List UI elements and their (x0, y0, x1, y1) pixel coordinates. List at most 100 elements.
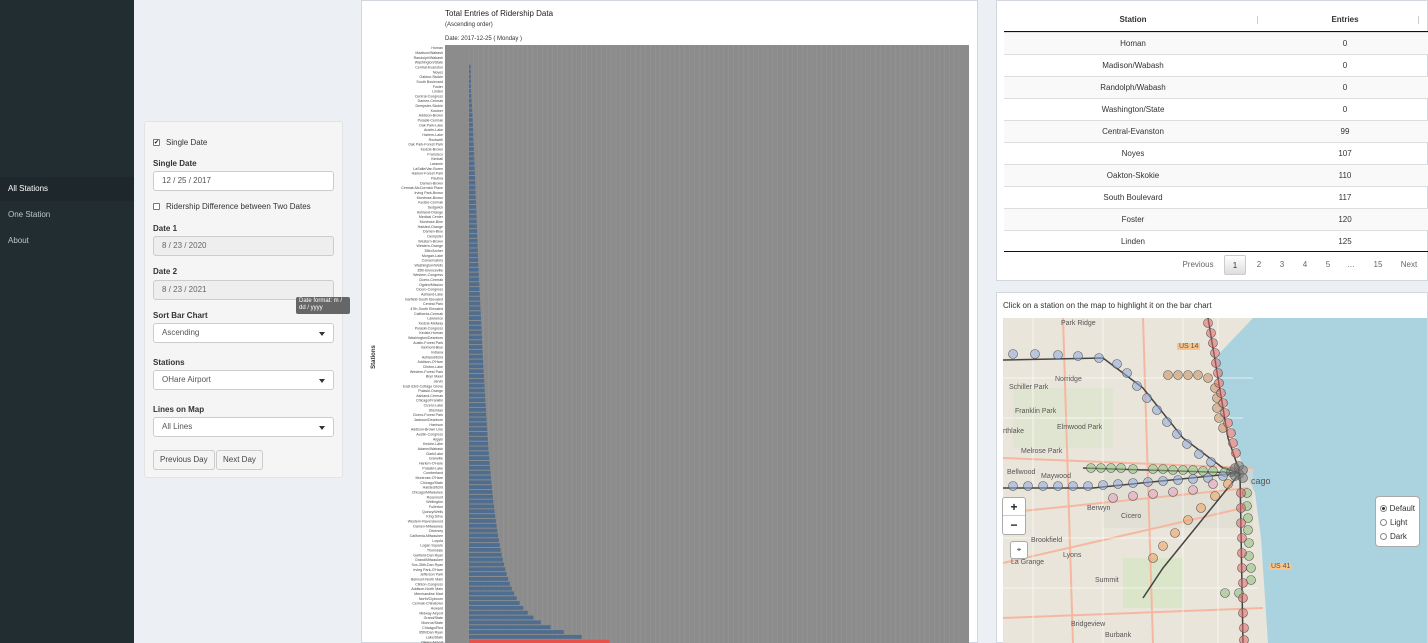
station-marker[interactable] (1030, 349, 1040, 359)
station-marker[interactable] (1214, 378, 1224, 388)
bar-damen-blue[interactable] (469, 229, 478, 234)
radio-icon[interactable] (1380, 518, 1387, 526)
stations-select[interactable]: OHare Airport (153, 370, 334, 390)
station-marker[interactable] (1239, 623, 1249, 633)
station-marker[interactable] (1112, 359, 1122, 369)
sidebar-item-about[interactable]: About (0, 229, 134, 253)
bar-damen-brown[interactable] (469, 180, 476, 185)
bar-montrose-blue[interactable] (469, 219, 477, 224)
station-marker[interactable] (1128, 478, 1138, 488)
bar-king-drive[interactable] (469, 514, 496, 519)
bar-jackson-dearborn[interactable] (469, 417, 487, 422)
bar-garfield-south-elevated[interactable] (469, 296, 480, 301)
bar-halsted-orange[interactable] (469, 224, 477, 229)
bar-paulina[interactable] (469, 176, 476, 180)
station-marker[interactable] (1132, 381, 1142, 391)
bar-ashland-lake[interactable] (469, 291, 480, 296)
station-marker[interactable] (1068, 481, 1078, 491)
bar-lasalle-van-buren[interactable] (469, 166, 475, 171)
difference-checkbox-row[interactable]: Ridership Difference between Two Dates (153, 202, 311, 211)
bar-western-ravenswood[interactable] (469, 518, 496, 523)
bar-laramie[interactable] (469, 161, 475, 166)
bar-western-orange[interactable] (469, 243, 478, 248)
bar-rockwell[interactable] (469, 137, 474, 142)
bar-quincy-wells[interactable] (469, 509, 495, 514)
station-marker[interactable] (1148, 489, 1158, 499)
layer-light-option[interactable]: Light (1380, 515, 1415, 529)
station-marker[interactable] (1188, 474, 1198, 484)
station-marker[interactable] (1193, 370, 1203, 380)
station-marker[interactable] (1158, 476, 1168, 486)
bar-pulaski-orange[interactable] (469, 388, 485, 393)
sort-select[interactable]: Ascending (153, 323, 334, 343)
station-marker[interactable] (1226, 467, 1236, 477)
bar-belmont-blue[interactable] (469, 345, 483, 349)
bar-california-cermak[interactable] (469, 311, 481, 316)
bar-damen-cermak[interactable] (469, 98, 472, 103)
table-row[interactable]: Madison/Wabash 0 (1004, 54, 1428, 76)
bar-thorndale[interactable] (469, 547, 501, 552)
station-marker[interactable] (1237, 548, 1247, 558)
pagination-page-15[interactable]: 15 (1367, 255, 1389, 275)
bar-jarvis[interactable] (469, 378, 485, 383)
station-marker[interactable] (1148, 464, 1158, 474)
station-marker[interactable] (1228, 438, 1238, 448)
bar-grand-milwaukee[interactable] (469, 557, 503, 562)
station-marker[interactable] (1218, 398, 1228, 408)
bar-clinton-lake[interactable] (469, 364, 484, 369)
bar-central-congress[interactable] (469, 93, 472, 98)
station-marker[interactable] (1220, 588, 1230, 598)
bar-kedzie-homan[interactable] (469, 330, 482, 335)
station-marker[interactable] (1194, 449, 1204, 459)
station-marker[interactable] (1183, 515, 1193, 525)
station-marker[interactable] (1086, 463, 1096, 473)
bar-central-park[interactable] (469, 301, 481, 306)
station-marker[interactable] (1220, 408, 1230, 418)
bar-35th-archer[interactable] (469, 248, 478, 253)
bar-indiana[interactable] (469, 349, 483, 354)
station-marker[interactable] (1152, 405, 1162, 415)
station-marker[interactable] (1246, 563, 1256, 573)
bar-austin-lake[interactable] (469, 127, 474, 132)
station-marker[interactable] (1231, 448, 1241, 458)
bar-cermak-chinatown[interactable] (469, 601, 520, 605)
bar-pulaski-congress[interactable] (469, 325, 482, 330)
bar-foster[interactable] (469, 84, 471, 89)
bar-belmont-north-main[interactable] (469, 576, 509, 581)
bar-garfield-dan-ryan[interactable] (469, 552, 502, 557)
bar-grand-state[interactable] (469, 615, 534, 620)
station-marker[interactable] (1238, 608, 1248, 618)
table-row[interactable]: Randolph/Wabash 0 (1004, 76, 1428, 98)
station-marker[interactable] (1208, 338, 1218, 348)
bar-monroe-state[interactable] (469, 620, 541, 625)
bar-kedzie-lake[interactable] (469, 441, 489, 446)
station-marker[interactable] (1162, 417, 1172, 427)
bar-kedzie-cermak[interactable] (469, 200, 476, 205)
bar-pulaski-cermak[interactable] (469, 118, 473, 122)
station-marker[interactable] (1226, 428, 1236, 438)
sidebar-item-one-station[interactable]: One Station (0, 203, 134, 227)
station-marker[interactable] (1208, 479, 1218, 489)
bar-california-milwaukee[interactable] (469, 533, 499, 538)
bar-addison-brown-line[interactable] (469, 427, 488, 432)
pagination-page-3[interactable]: 3 (1272, 255, 1292, 275)
single-date-input[interactable]: 12 / 25 / 2017 (153, 171, 334, 191)
map-canvas[interactable] (1003, 318, 1427, 643)
station-marker[interactable] (1038, 481, 1048, 491)
bar-harlem-o-hare[interactable] (469, 461, 490, 465)
reset-view-button[interactable]: ⌖ (1010, 541, 1028, 559)
station-marker[interactable] (1073, 351, 1083, 361)
bar-oak-park-lake[interactable] (469, 122, 473, 127)
bar-montrose-brown[interactable] (469, 195, 476, 200)
station-marker[interactable] (1142, 393, 1152, 403)
bar-sox-35th-dan-ryan[interactable] (469, 562, 504, 567)
station-marker[interactable] (1223, 479, 1233, 489)
station-marker[interactable] (1237, 533, 1247, 543)
station-marker[interactable] (1158, 464, 1168, 474)
bar-argyle[interactable] (469, 436, 488, 441)
pagination-page-5[interactable]: 5 (1318, 255, 1338, 275)
table-row[interactable]: Homan 0 (1004, 32, 1428, 54)
station-marker[interactable] (1106, 463, 1116, 473)
bar-rosemont[interactable] (469, 494, 493, 499)
bar-35th-bronzeville[interactable] (469, 267, 479, 272)
